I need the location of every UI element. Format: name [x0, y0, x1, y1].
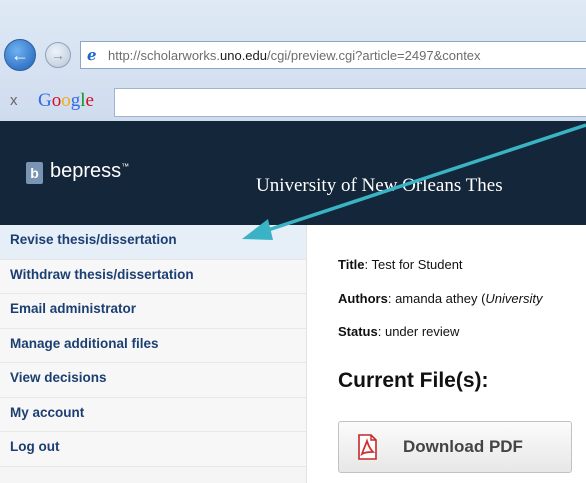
close-icon[interactable]: x: [10, 92, 18, 109]
browser-chrome: ← → ℯ http://scholarworks.uno.edu/cgi/pr…: [0, 0, 586, 121]
current-files-heading: Current File(s):: [338, 369, 489, 392]
google-logo-letter: o: [61, 90, 71, 111]
google-toolbar: x Google: [0, 84, 586, 120]
authors-field: Authors: amanda athey (University: [338, 291, 542, 306]
main-content: Title: Test for Student Authors: amanda …: [338, 225, 586, 483]
sidebar-item-manage-files[interactable]: Manage additional files: [0, 328, 306, 363]
back-arrow-icon[interactable]: ←: [4, 39, 36, 71]
status-label: Status: [338, 324, 378, 339]
google-logo: Google: [38, 90, 94, 112]
forward-arrow-icon[interactable]: →: [45, 42, 71, 68]
sidebar-item-email-admin[interactable]: Email administrator: [0, 294, 306, 329]
ie-page-icon: ℯ: [87, 46, 97, 64]
status-field: Status: under review: [338, 324, 459, 339]
bepress-logo-icon: b: [26, 162, 43, 184]
google-search-input[interactable]: [114, 88, 586, 117]
bepress-logo-text: bepress™: [50, 160, 130, 182]
title-field: Title: Test for Student: [338, 257, 463, 272]
sidebar-item-my-account[interactable]: My account: [0, 397, 306, 432]
pdf-icon: [358, 434, 377, 460]
status-value: : under review: [377, 324, 460, 339]
authors-affiliation: University: [485, 291, 543, 306]
sidebar-item-withdraw[interactable]: Withdraw thesis/dissertation: [0, 259, 306, 294]
site-header: b bepress™ University of New Orleans The…: [0, 121, 586, 225]
download-pdf-label: Download PDF: [403, 437, 523, 456]
download-pdf-button[interactable]: Download PDF: [338, 421, 572, 473]
site-title: University of New Orleans Thes: [256, 175, 503, 196]
sidebar-item-revise[interactable]: Revise thesis/dissertation: [0, 225, 306, 260]
authors-value: : amanda athey (: [387, 291, 486, 306]
title-label: Title: [338, 257, 365, 272]
browser-nav-bar: ← → ℯ http://scholarworks.uno.edu/cgi/pr…: [0, 36, 586, 72]
authors-label: Authors: [338, 291, 388, 306]
google-logo-letter: G: [38, 90, 52, 111]
google-logo-letter: o: [51, 90, 62, 111]
title-value: : Test for Student: [364, 257, 463, 272]
google-logo-letter: e: [85, 90, 94, 111]
sidebar-item-log-out[interactable]: Log out: [0, 432, 306, 467]
google-logo-letter: g: [70, 90, 81, 111]
url-text: http://scholarworks.uno.edu/cgi/preview.…: [108, 47, 481, 63]
address-bar[interactable]: ℯ http://scholarworks.uno.edu/cgi/previe…: [80, 41, 586, 69]
sidebar: Revise thesis/dissertation Withdraw thes…: [0, 225, 307, 483]
sidebar-item-view-decisions[interactable]: View decisions: [0, 363, 306, 398]
